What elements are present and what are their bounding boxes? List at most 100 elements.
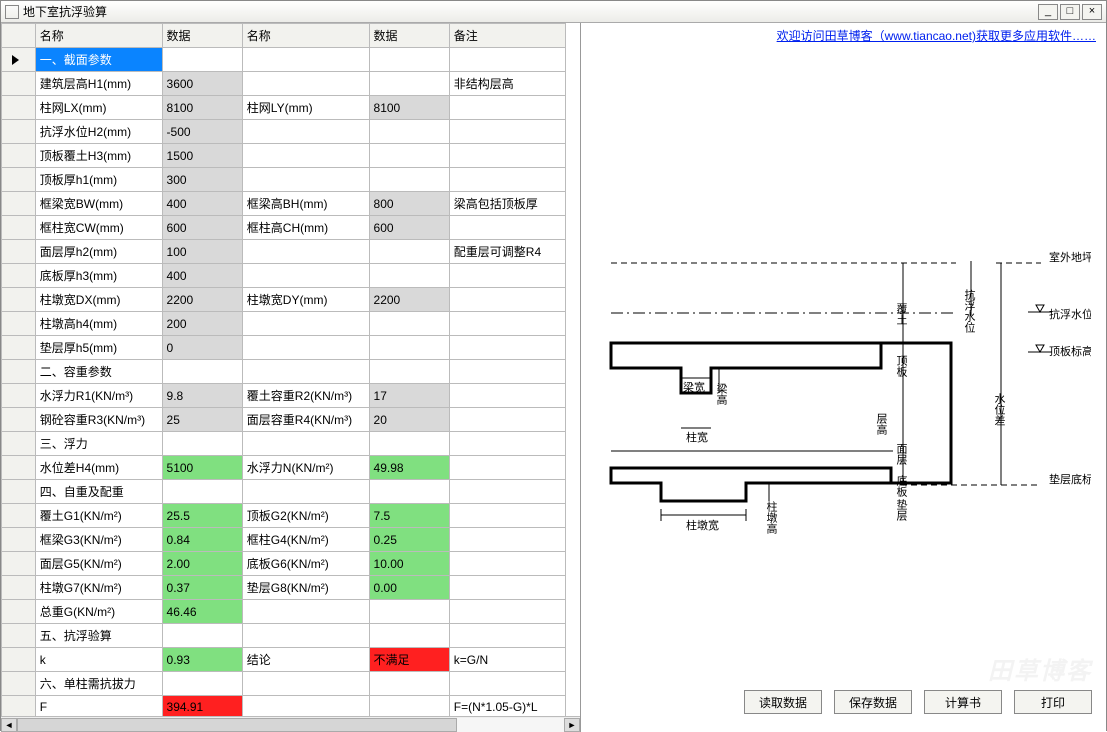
param-value2[interactable]: 49.98 [369,456,449,480]
param-value2[interactable] [369,168,449,192]
param-value[interactable]: 1500 [162,144,242,168]
param-note: k=G/N [449,648,565,672]
table-row[interactable]: 四、自重及配重 [2,480,566,504]
param-value[interactable]: 600 [162,216,242,240]
table-row[interactable]: 面层厚h2(mm)100配重层可调整R4 [2,240,566,264]
maximize-button[interactable]: □ [1060,4,1080,20]
table-row[interactable]: 钢砼容重R3(KN/m³)25面层容重R4(KN/m³)20 [2,408,566,432]
save-data-button[interactable]: 保存数据 [834,690,912,714]
table-row[interactable]: 一、截面参数 [2,48,566,72]
param-name2 [242,336,369,360]
param-value2[interactable]: 600 [369,216,449,240]
param-value2[interactable]: 17 [369,384,449,408]
param-name: 钢砼容重R3(KN/m³) [35,408,162,432]
param-value2[interactable]: 20 [369,408,449,432]
param-value[interactable]: 200 [162,312,242,336]
table-row[interactable]: 抗浮水位H2(mm)-500 [2,120,566,144]
table-row[interactable]: 总重G(KN/m²)46.46 [2,600,566,624]
param-value2[interactable]: 2200 [369,288,449,312]
param-value[interactable]: 400 [162,264,242,288]
param-value[interactable]: 100 [162,240,242,264]
param-name2: 柱墩宽DY(mm) [242,288,369,312]
table-row[interactable]: F394.91F=(N*1.05-G)*L [2,696,566,718]
param-value[interactable]: 9.8 [162,384,242,408]
table-row[interactable]: 柱墩高h4(mm)200 [2,312,566,336]
close-button[interactable]: × [1082,4,1102,20]
param-value[interactable]: 2200 [162,288,242,312]
param-value2[interactable]: 7.5 [369,504,449,528]
param-value2[interactable] [369,336,449,360]
empty-cell [242,360,369,384]
table-row[interactable]: 顶板厚h1(mm)300 [2,168,566,192]
right-pane: 欢迎访问田草博客（www.tiancao.net)获取更多应用软件…… 室外地坪… [581,23,1106,732]
scroll-thumb[interactable] [17,718,457,732]
param-name2 [242,72,369,96]
table-row[interactable]: 二、容重参数 [2,360,566,384]
param-value2[interactable]: 800 [369,192,449,216]
table-row[interactable]: 面层G5(KN/m²)2.00底板G6(KN/m²)10.00 [2,552,566,576]
param-value2[interactable] [369,312,449,336]
param-value2[interactable]: 0.00 [369,576,449,600]
col-note: 备注 [449,24,565,48]
param-value2[interactable] [369,264,449,288]
table-row[interactable]: k0.93结论不满足k=G/N [2,648,566,672]
param-value[interactable]: 0.37 [162,576,242,600]
param-value[interactable]: 0 [162,336,242,360]
param-value[interactable]: 0.93 [162,648,242,672]
param-value[interactable]: 394.91 [162,696,242,718]
param-value[interactable]: 46.46 [162,600,242,624]
table-row[interactable]: 水浮力R1(KN/m³)9.8覆土容重R2(KN/m³)17 [2,384,566,408]
scroll-track[interactable] [17,718,564,732]
param-value2[interactable] [369,144,449,168]
param-value2[interactable] [369,696,449,718]
param-value[interactable]: 400 [162,192,242,216]
param-value[interactable]: 5100 [162,456,242,480]
param-value[interactable]: 0.84 [162,528,242,552]
param-name: 框梁G3(KN/m²) [35,528,162,552]
table-row[interactable]: 框柱宽CW(mm)600框柱高CH(mm)600 [2,216,566,240]
param-value[interactable]: 25.5 [162,504,242,528]
table-row[interactable]: 柱网LX(mm)8100柱网LY(mm)8100 [2,96,566,120]
data-grid[interactable]: 名称 数据 名称 数据 备注 一、截面参数建筑层高H1(mm)3600非结构层高… [1,23,566,718]
param-value2[interactable] [369,240,449,264]
param-value[interactable]: -500 [162,120,242,144]
table-row[interactable]: 框梁宽BW(mm)400框梁高BH(mm)800梁高包括顶板厚 [2,192,566,216]
minimize-button[interactable]: _ [1038,4,1058,20]
table-row[interactable]: 水位差H4(mm)5100水浮力N(KN/m²)49.98 [2,456,566,480]
param-note [449,144,565,168]
table-row[interactable]: 五、抗浮验算 [2,624,566,648]
horizontal-scrollbar[interactable]: ◄ ► [1,716,580,732]
param-value[interactable]: 3600 [162,72,242,96]
table-row[interactable]: 覆土G1(KN/m²)25.5顶板G2(KN/m²)7.5 [2,504,566,528]
param-value2[interactable]: 不满足 [369,648,449,672]
table-row[interactable]: 框梁G3(KN/m²)0.84框柱G4(KN/m²)0.25 [2,528,566,552]
param-value[interactable]: 8100 [162,96,242,120]
print-button[interactable]: 打印 [1014,690,1092,714]
param-value[interactable]: 25 [162,408,242,432]
scroll-right-button[interactable]: ► [564,718,580,732]
param-value2[interactable] [369,120,449,144]
row-header [2,624,36,648]
table-row[interactable]: 垫层厚h5(mm)0 [2,336,566,360]
param-name: 面层G5(KN/m²) [35,552,162,576]
param-name2: 顶板G2(KN/m²) [242,504,369,528]
table-row[interactable]: 六、单柱需抗拔力 [2,672,566,696]
param-value2[interactable]: 10.00 [369,552,449,576]
param-value[interactable]: 2.00 [162,552,242,576]
param-value2[interactable] [369,72,449,96]
param-value2[interactable]: 8100 [369,96,449,120]
table-row[interactable]: 柱墩G7(KN/m²)0.37垫层G8(KN/m²)0.00 [2,576,566,600]
param-value2[interactable] [369,600,449,624]
table-row[interactable]: 三、浮力 [2,432,566,456]
table-row[interactable]: 顶板覆土H3(mm)1500 [2,144,566,168]
table-row[interactable]: 底板厚h3(mm)400 [2,264,566,288]
table-row[interactable]: 柱墩宽DX(mm)2200柱墩宽DY(mm)2200 [2,288,566,312]
table-row[interactable]: 建筑层高H1(mm)3600非结构层高 [2,72,566,96]
param-value[interactable]: 300 [162,168,242,192]
blog-link[interactable]: 欢迎访问田草博客（www.tiancao.net)获取更多应用软件…… [777,27,1096,44]
report-button[interactable]: 计算书 [924,690,1002,714]
param-value2[interactable]: 0.25 [369,528,449,552]
scroll-left-button[interactable]: ◄ [1,718,17,732]
load-data-button[interactable]: 读取数据 [744,690,822,714]
param-name: 底板厚h3(mm) [35,264,162,288]
